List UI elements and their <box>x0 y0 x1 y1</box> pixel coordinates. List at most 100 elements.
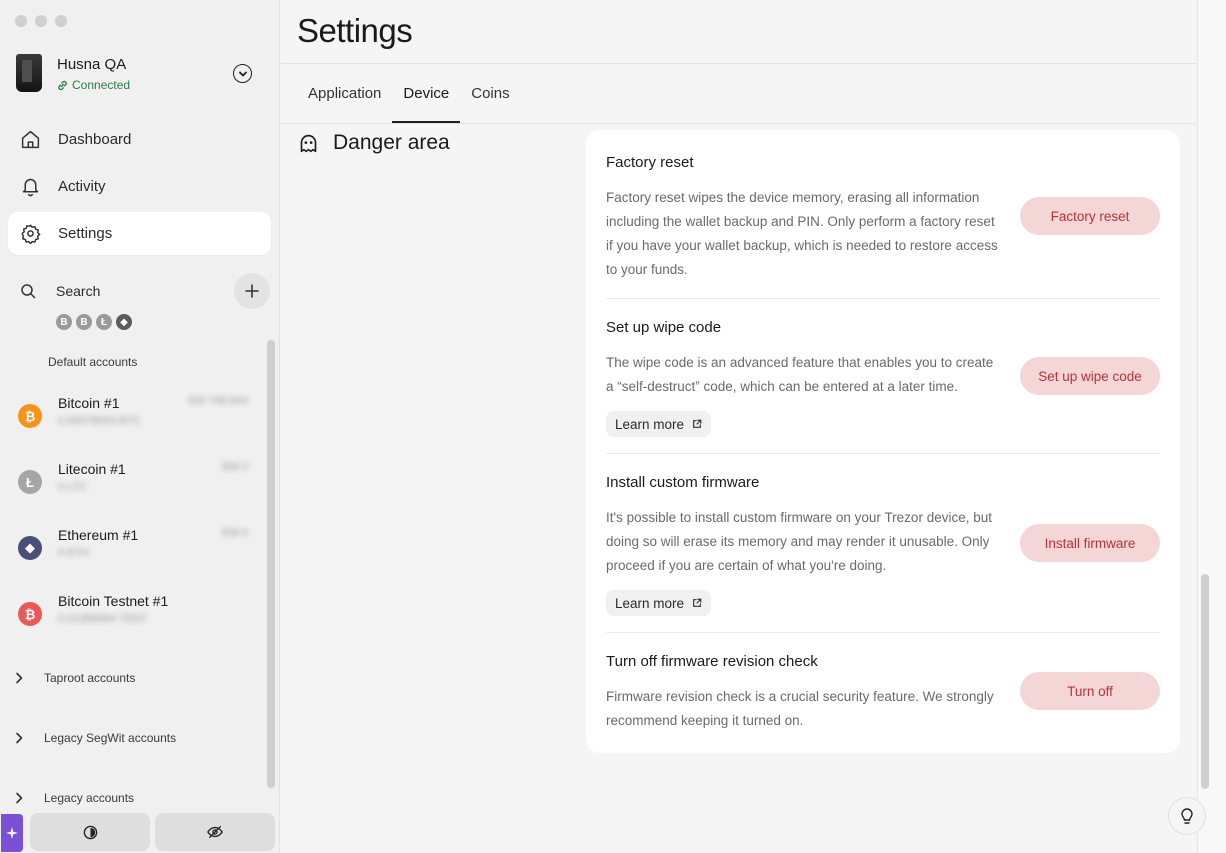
account-balance: 0.00078053 BTC <box>58 415 142 427</box>
sparkle-icon[interactable] <box>1 814 23 852</box>
learn-more-label: Learn more <box>615 416 685 432</box>
factory-reset-row: Factory reset Factory reset wipes the de… <box>606 154 1160 284</box>
ethereum-filter-icon[interactable]: ◆ <box>116 314 132 330</box>
row-description: Factory reset wipes the device memory, e… <box>606 190 998 277</box>
account-fiat-value: EM 748.643 <box>188 395 248 407</box>
nav-item-settings[interactable]: Settings <box>8 212 271 255</box>
bitcoin-testnet-icon: ₿ <box>18 602 42 626</box>
account-bitcoin-testnet-1[interactable]: ₿ Bitcoin Testnet #1 0.01358584 TEST <box>18 593 248 639</box>
external-link-icon <box>693 598 702 607</box>
search-icon <box>21 284 36 299</box>
divider <box>281 123 1196 124</box>
firmware-revision-check-row: Turn off firmware revision check Firmwar… <box>606 653 1160 733</box>
group-legacy-accounts[interactable]: Legacy accounts <box>14 791 134 805</box>
bell-icon <box>22 178 39 197</box>
contrast-icon <box>83 825 97 839</box>
nav-item-dashboard[interactable]: Dashboard <box>8 118 271 161</box>
group-legacy-segwit-accounts[interactable]: Legacy SegWit accounts <box>14 731 176 745</box>
account-balance: 0.01358584 TEST <box>58 613 148 625</box>
main-scrollbar[interactable] <box>1201 574 1209 789</box>
account-search[interactable]: Search <box>0 273 280 309</box>
section-title: Danger area <box>333 131 450 154</box>
section-heading: Danger area <box>298 131 450 155</box>
account-ethereum-1[interactable]: ◆ Ethereum #1 0 ETH EM 0 <box>18 527 248 573</box>
trezor-device-icon <box>16 54 42 92</box>
account-fiat-value: EM 0 <box>222 461 248 473</box>
nav-item-label: Dashboard <box>58 131 132 148</box>
learn-more-link[interactable]: Learn more <box>606 411 712 437</box>
add-account-button[interactable] <box>234 273 270 309</box>
chevron-right-icon <box>16 732 23 744</box>
turn-off-button[interactable]: Turn off <box>1020 672 1160 710</box>
account-bitcoin-1[interactable]: ₿ Bitcoin #1 0.00078053 BTC EM 748.643 <box>18 395 248 441</box>
hide-balances-button[interactable] <box>155 813 275 851</box>
account-litecoin-1[interactable]: Ł Litecoin #1 0 LTC EM 0 <box>18 461 248 507</box>
account-name: Bitcoin Testnet #1 <box>58 593 169 609</box>
home-icon <box>21 130 40 149</box>
account-name: Litecoin #1 <box>58 461 126 477</box>
litecoin-filter-icon[interactable]: Ł <box>96 314 112 330</box>
tab-device[interactable]: Device <box>392 64 461 123</box>
learn-more-link[interactable]: Learn more <box>606 590 712 616</box>
main-scrollbar-track <box>1197 0 1226 853</box>
link-icon <box>58 80 67 90</box>
main-nav: Dashboard Activity Settings <box>8 118 271 259</box>
chevron-right-icon <box>16 792 23 804</box>
device-switcher[interactable]: Husna QA Connected <box>16 52 264 96</box>
row-description: The wipe code is an advanced feature tha… <box>606 355 994 394</box>
account-name: Bitcoin #1 <box>58 395 120 411</box>
bitcoin-filter-icon[interactable]: B <box>56 314 72 330</box>
window-controls <box>15 15 67 27</box>
custom-firmware-row: Install custom firmware It's possible to… <box>606 474 1160 619</box>
sidebar-scrollbar[interactable] <box>267 340 275 788</box>
device-status-text: Connected <box>72 78 131 92</box>
ethereum-icon: ◆ <box>18 536 42 560</box>
close-window-button[interactable] <box>15 15 27 27</box>
search-label: Search <box>56 283 101 299</box>
nav-item-label: Activity <box>58 178 106 195</box>
litecoin-icon: Ł <box>18 470 42 494</box>
minimize-window-button[interactable] <box>35 15 47 27</box>
lightbulb-icon[interactable] <box>1168 797 1206 835</box>
sidebar-footer <box>0 813 280 853</box>
divider <box>606 453 1160 454</box>
factory-reset-button[interactable]: Factory reset <box>1020 197 1160 235</box>
bitcoin-testnet-filter-icon[interactable]: B <box>76 314 92 330</box>
row-description: Firmware revision check is a crucial sec… <box>606 689 994 728</box>
device-name: Husna QA <box>57 56 127 73</box>
maximize-window-button[interactable] <box>55 15 67 27</box>
group-label: Taproot accounts <box>44 671 136 685</box>
tab-application[interactable]: Application <box>297 64 392 123</box>
row-title: Turn off firmware revision check <box>606 653 818 670</box>
nav-item-label: Settings <box>58 225 113 242</box>
learn-more-label: Learn more <box>615 595 685 611</box>
theme-toggle-button[interactable] <box>30 813 150 851</box>
account-balance: 0 ETH <box>58 547 90 559</box>
plus-icon <box>245 284 259 298</box>
set-up-wipe-code-button[interactable]: Set up wipe code <box>1020 357 1160 395</box>
row-title: Factory reset <box>606 154 694 171</box>
main-content: Settings Application Device Coins Danger… <box>281 0 1196 853</box>
external-link-icon <box>693 419 702 428</box>
group-taproot-accounts[interactable]: Taproot accounts <box>14 671 135 685</box>
nav-item-activity[interactable]: Activity <box>8 165 271 208</box>
sidebar: Husna QA Connected Dashboard Activity Se… <box>0 0 280 853</box>
danger-area-card: Factory reset Factory reset wipes the de… <box>586 130 1180 753</box>
account-balance: 0 LTC <box>58 481 88 493</box>
row-title: Set up wipe code <box>606 319 722 336</box>
eye-slash-icon <box>207 826 223 838</box>
divider <box>606 632 1160 633</box>
page-title: Settings <box>297 12 413 49</box>
account-fiat-value: EM 0 <box>222 527 248 539</box>
settings-tabs: Application Device Coins <box>297 64 521 123</box>
bitcoin-icon: ₿ <box>18 404 42 428</box>
install-firmware-button[interactable]: Install firmware <box>1020 524 1160 562</box>
tab-coins[interactable]: Coins <box>460 64 520 123</box>
group-label: Legacy SegWit accounts <box>44 731 177 745</box>
chevron-down-icon[interactable] <box>233 64 252 83</box>
account-name: Ethereum #1 <box>58 527 139 543</box>
default-accounts-label: Default accounts <box>48 355 138 369</box>
coin-filter-list: B B Ł ◆ <box>56 314 132 330</box>
row-description: It's possible to install custom firmware… <box>606 510 992 573</box>
row-title: Install custom firmware <box>606 474 760 491</box>
